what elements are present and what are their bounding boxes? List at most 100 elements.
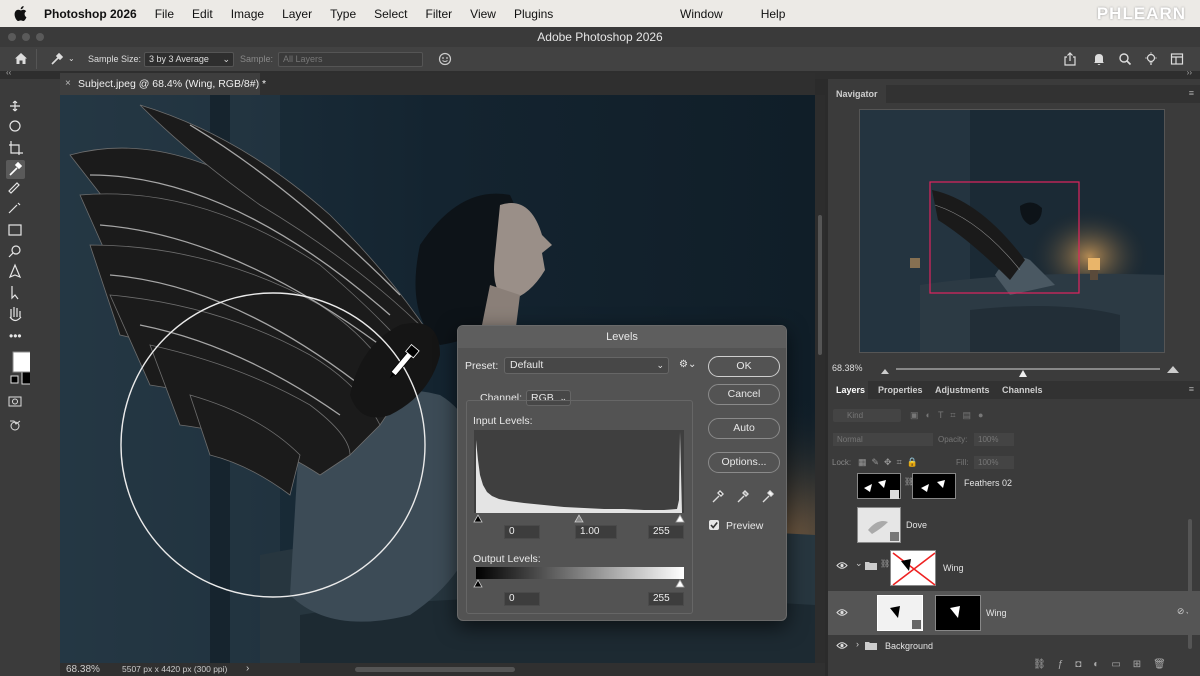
visibility-eye-icon[interactable] bbox=[836, 561, 848, 572]
opacity-field[interactable]: 100% bbox=[974, 433, 1014, 446]
layers-panel-footer-icons[interactable]: ⛓ƒ◘◐▭⊞🗑 bbox=[1033, 659, 1178, 670]
output-white-field[interactable]: 255 bbox=[648, 592, 684, 606]
eyedropper-icon[interactable] bbox=[50, 52, 64, 68]
navigator-zoom-slider-thumb[interactable] bbox=[1018, 364, 1027, 377]
tab-properties[interactable]: Properties bbox=[878, 385, 923, 395]
preset-options-gear-icon[interactable]: ⚙⌄ bbox=[679, 359, 696, 370]
layer-row-dove[interactable]: Dove bbox=[828, 503, 1200, 547]
search-icon[interactable] bbox=[1118, 52, 1132, 68]
menu-file[interactable]: File bbox=[155, 7, 174, 21]
layer-filter-kind[interactable]: Kind bbox=[833, 409, 901, 422]
zoom-out-icon[interactable] bbox=[880, 362, 890, 380]
document-tab-title: Subject.jpeg @ 68.4% (Wing, RGB/8#) * bbox=[78, 78, 267, 90]
blend-mode-value: Normal bbox=[837, 435, 863, 444]
layer-mask-thumbnail[interactable] bbox=[935, 595, 981, 631]
output-black-field[interactable]: 0 bbox=[504, 592, 540, 606]
input-white-field[interactable]: 255 bbox=[648, 525, 684, 539]
minimize-window-button[interactable] bbox=[22, 33, 30, 41]
menu-help[interactable]: Help bbox=[761, 7, 786, 21]
gray-point-eyedropper-icon[interactable] bbox=[737, 490, 749, 503]
input-gamma-field[interactable]: 1.00 bbox=[575, 525, 617, 539]
tab-adjustments[interactable]: Adjustments bbox=[935, 385, 990, 395]
black-point-eyedropper-icon[interactable] bbox=[712, 490, 724, 503]
auto-button[interactable]: Auto bbox=[708, 418, 780, 439]
layer-name[interactable]: Feathers 02 bbox=[964, 478, 1012, 488]
menu-edit[interactable]: Edit bbox=[192, 7, 213, 21]
menu-view[interactable]: View bbox=[470, 7, 496, 21]
menu-image[interactable]: Image bbox=[231, 7, 264, 21]
panel-menu-icon[interactable]: ≡ bbox=[1189, 88, 1194, 98]
preset-select[interactable]: Default ⌄ bbox=[504, 357, 669, 374]
options-button[interactable]: Options... bbox=[708, 452, 780, 473]
white-point-eyedropper-icon[interactable] bbox=[762, 490, 774, 503]
close-window-button[interactable] bbox=[8, 33, 16, 41]
navigator-zoom-slider[interactable] bbox=[896, 368, 1160, 377]
window-title: Adobe Photoshop 2026 bbox=[537, 30, 663, 44]
horizontal-scroll-thumb[interactable] bbox=[355, 667, 515, 672]
apple-icon[interactable] bbox=[14, 6, 32, 21]
group-mask-thumbnail[interactable] bbox=[890, 550, 936, 586]
bell-icon[interactable] bbox=[1092, 52, 1106, 68]
input-level-sliders[interactable] bbox=[472, 512, 686, 524]
preview-checkbox[interactable] bbox=[709, 520, 719, 530]
layers-panel-menu-icon[interactable]: ≡ bbox=[1189, 384, 1194, 394]
layer-row-wing-selected[interactable]: Wing ⊘⌄ bbox=[828, 591, 1200, 635]
layer-group-wing[interactable]: ⌄ ⛓ Wing bbox=[828, 547, 1200, 591]
levels-dialog-titlebar[interactable]: Levels bbox=[458, 326, 786, 348]
app-name-menu[interactable]: Photoshop 2026 bbox=[44, 7, 137, 21]
close-tab-icon[interactable]: × bbox=[65, 73, 71, 95]
sample-ring-icon[interactable] bbox=[438, 52, 452, 68]
navigator-thumbnail[interactable] bbox=[859, 109, 1165, 353]
lightbulb-icon[interactable] bbox=[1144, 52, 1158, 68]
canvas-vertical-scrollbar[interactable] bbox=[815, 95, 825, 663]
mask-link-icon[interactable]: ⛓ bbox=[880, 559, 890, 568]
tab-channels[interactable]: Channels bbox=[1002, 385, 1043, 395]
layer-name[interactable]: Wing bbox=[943, 563, 964, 573]
tab-layers[interactable]: Layers bbox=[836, 385, 865, 395]
sample-value: All Layers bbox=[283, 54, 323, 64]
sample-size-value: 3 by 3 Average bbox=[149, 54, 209, 64]
workspace-icon[interactable] bbox=[1170, 52, 1184, 68]
menu-filter[interactable]: Filter bbox=[425, 7, 452, 21]
layer-name[interactable]: Background bbox=[885, 641, 933, 651]
menu-layer[interactable]: Layer bbox=[282, 7, 312, 21]
collapse-panels-icon[interactable]: ›› bbox=[1187, 68, 1192, 77]
home-icon[interactable] bbox=[14, 52, 28, 67]
layer-name[interactable]: Wing bbox=[986, 608, 1007, 618]
sample-size-select[interactable]: 3 by 3 Average ⌄ bbox=[144, 52, 234, 67]
document-tab[interactable]: × Subject.jpeg @ 68.4% (Wing, RGB/8#) * bbox=[60, 73, 266, 95]
group-expand-chevron-icon[interactable]: ⌄ bbox=[855, 558, 863, 569]
status-zoom[interactable]: 68.38% bbox=[66, 664, 100, 675]
output-black-value: 0 bbox=[509, 593, 515, 604]
navigator-zoom-value[interactable]: 68.38% bbox=[832, 363, 863, 373]
lock-icons[interactable]: ▦✎✥⌗🔒 bbox=[858, 457, 923, 468]
collapse-toolbar-icon[interactable]: ‹‹ bbox=[6, 68, 11, 77]
menu-type[interactable]: Type bbox=[330, 7, 356, 21]
layer-mask-thumbnail[interactable] bbox=[912, 473, 956, 499]
status-menu-chevron-icon[interactable]: › bbox=[246, 663, 249, 674]
menu-plugins[interactable]: Plugins bbox=[514, 7, 553, 21]
output-level-sliders[interactable] bbox=[472, 578, 686, 588]
tool-preset-chevron-icon[interactable]: ⌄ bbox=[68, 54, 75, 63]
layer-filter-icons[interactable]: ▣◐T⌗▤● bbox=[910, 410, 990, 421]
cancel-button[interactable]: Cancel bbox=[708, 384, 780, 405]
sample-select[interactable]: All Layers bbox=[278, 52, 423, 67]
zoom-in-icon[interactable] bbox=[1166, 361, 1180, 379]
visibility-eye-icon[interactable] bbox=[836, 608, 848, 619]
share-icon[interactable] bbox=[1063, 52, 1077, 68]
navigator-tab[interactable]: Navigator bbox=[836, 89, 878, 99]
group-collapsed-chevron-icon[interactable]: › bbox=[856, 639, 859, 649]
vertical-scroll-thumb[interactable] bbox=[818, 215, 822, 355]
blend-mode-select[interactable]: Normal bbox=[833, 433, 933, 446]
menu-select[interactable]: Select bbox=[374, 7, 407, 21]
layer-name[interactable]: Dove bbox=[906, 520, 927, 530]
layers-panel-tabs: Layers Properties Adjustments Channels ≡ bbox=[828, 381, 1200, 399]
ok-button[interactable]: OK bbox=[708, 356, 780, 377]
layer-group-background[interactable]: › Background bbox=[828, 635, 1200, 655]
zoom-window-button[interactable] bbox=[36, 33, 44, 41]
menu-window[interactable]: Window bbox=[680, 7, 723, 21]
layers-scrollbar[interactable] bbox=[1188, 519, 1192, 649]
visibility-eye-icon[interactable] bbox=[836, 641, 848, 652]
fill-field[interactable]: 100% bbox=[974, 456, 1014, 469]
input-black-field[interactable]: 0 bbox=[504, 525, 540, 539]
